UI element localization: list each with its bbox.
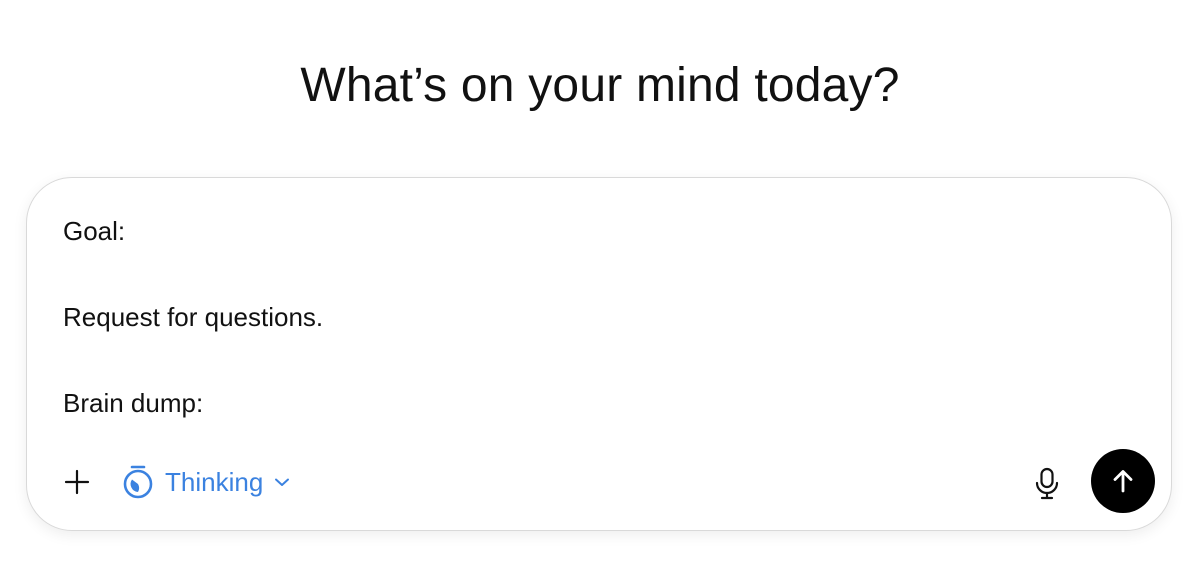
thinking-mode-button[interactable]: Thinking [121,461,291,503]
arrow-up-icon [1113,470,1133,493]
voice-input-button[interactable] [1025,462,1069,506]
stopwatch-icon [123,465,153,499]
thinking-mode-label: Thinking [165,467,264,497]
prompt-line [63,339,1123,382]
send-button[interactable] [1091,449,1155,513]
prompt-line: Request for questions. [63,302,324,332]
prompt-line: Goal: [63,216,126,246]
chevron-down-icon [275,478,290,486]
page-title: What’s on your mind today? [300,59,900,112]
plus-icon [64,469,90,495]
prompt-line [63,253,1123,296]
prompt-input[interactable]: Goal: Request for questions. Brain dump: [63,210,1123,425]
add-attachment-button[interactable] [57,462,97,502]
microphone-icon [1035,467,1059,500]
prompt-line: Brain dump: [63,388,204,418]
prompt-composer[interactable]: Goal: Request for questions. Brain dump:… [26,177,1172,531]
chat-home-page: What’s on your mind today? Goal: Request… [0,0,1200,576]
composer-toolbar: Thinking [27,449,1171,515]
